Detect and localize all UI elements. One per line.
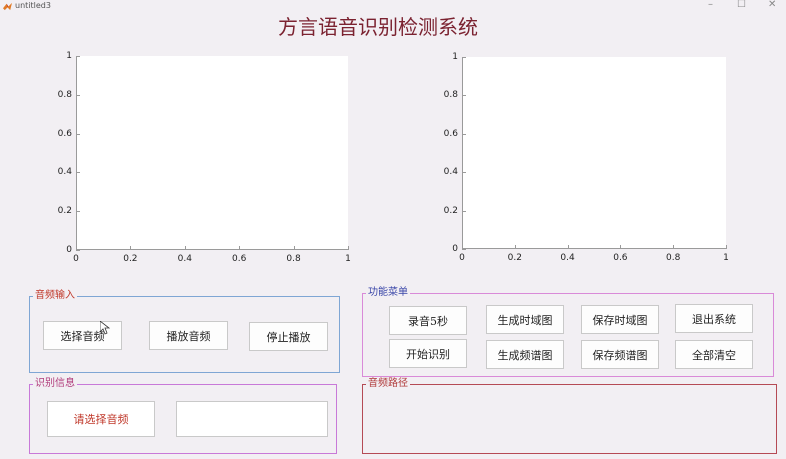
x-tick-label: 0.2 (123, 254, 138, 264)
axes-bottom-line (76, 249, 348, 250)
spectrum-axes (462, 57, 726, 249)
audio-path-panel: 音频路径 (362, 377, 777, 454)
x-tick-label: 0.4 (177, 254, 192, 264)
select-audio-button[interactable]: 选择音频 (43, 321, 122, 350)
y-tick-mark (76, 172, 80, 174)
stop-play-button[interactable]: 停止播放 (249, 322, 328, 351)
y-tick-mark (76, 94, 80, 96)
x-tick-label: 1 (723, 253, 729, 263)
y-tick-mark (462, 57, 466, 58)
y-tick-mark (76, 56, 80, 57)
x-tick-mark (620, 245, 622, 249)
y-tick-label: 0.8 (443, 90, 458, 101)
y-tick-label: 0.4 (57, 167, 72, 178)
gen-time-plot-button[interactable]: 生成时域图 (486, 305, 564, 334)
recognition-status-field: 请选择音频 (47, 401, 155, 437)
x-tick-label: 0.6 (613, 253, 628, 263)
function-menu-label: 功能菜单 (366, 286, 410, 300)
y-tick-mark (76, 133, 80, 135)
minimize-button[interactable]: – (708, 0, 713, 12)
y-tick-label: 1 (452, 52, 458, 62)
matlab-icon (3, 2, 12, 11)
play-audio-button[interactable]: 播放音频 (149, 321, 228, 350)
y-tick-mark (462, 133, 466, 135)
window-title: untitled3 (15, 1, 51, 10)
x-tick-label: 0.8 (666, 253, 681, 263)
x-tick-mark (462, 245, 463, 249)
y-tick-mark (462, 210, 466, 212)
x-tick-label: 0 (73, 254, 79, 264)
x-tick-mark (293, 246, 295, 250)
x-tick-mark (348, 246, 349, 250)
time-domain-axes (76, 56, 348, 250)
x-tick-label: 0.2 (507, 253, 522, 263)
x-tick-label: 0.4 (560, 253, 575, 263)
y-tick-label: 1 (66, 51, 72, 61)
close-button[interactable]: ✕ (768, 0, 776, 12)
record-5s-button[interactable]: 录音5秒 (389, 306, 467, 335)
recognition-info-label: 识别信息 (33, 377, 77, 391)
x-tick-mark (726, 245, 727, 249)
x-tick-mark (184, 246, 186, 250)
exit-system-button[interactable]: 退出系统 (675, 304, 753, 333)
audio-path-label: 音频路径 (366, 377, 410, 391)
x-tick-mark (567, 245, 569, 249)
y-tick-label: 0.8 (57, 89, 72, 100)
save-spectrum-plot-button[interactable]: 保存频谱图 (581, 340, 659, 369)
y-tick-label: 0.2 (57, 206, 72, 217)
x-tick-label: 0.6 (232, 254, 247, 264)
clear-all-button[interactable]: 全部清空 (675, 340, 753, 369)
maximize-button[interactable]: ☐ (737, 0, 746, 12)
y-tick-label: 0.2 (443, 205, 458, 216)
axes-left-line (462, 57, 463, 249)
axes-left-line (76, 56, 77, 250)
y-tick-mark (462, 249, 466, 250)
x-tick-mark (130, 246, 132, 250)
x-tick-label: 1 (345, 254, 351, 264)
x-tick-label: 0.8 (286, 254, 301, 264)
recognition-result-field (176, 401, 328, 437)
y-tick-mark (462, 172, 466, 174)
x-tick-mark (76, 246, 77, 250)
y-tick-label: 0.6 (443, 128, 458, 139)
x-tick-mark (239, 246, 241, 250)
y-tick-label: 0.4 (443, 167, 458, 178)
axes-bottom-line (462, 248, 726, 249)
y-tick-label: 0.6 (57, 128, 72, 139)
audio-input-label: 音频输入 (33, 289, 77, 303)
mouse-cursor-icon (100, 321, 110, 335)
start-recognition-button[interactable]: 开始识别 (389, 339, 467, 368)
y-tick-mark (76, 250, 80, 251)
x-tick-label: 0 (459, 253, 465, 263)
app-title: 方言语音识别检测系统 (278, 15, 478, 39)
x-tick-mark (673, 245, 675, 249)
y-tick-mark (462, 95, 466, 97)
y-tick-mark (76, 211, 80, 213)
gen-spectrum-plot-button[interactable]: 生成频谱图 (486, 340, 564, 369)
x-tick-mark (514, 245, 516, 249)
save-time-plot-button[interactable]: 保存时域图 (581, 305, 659, 334)
